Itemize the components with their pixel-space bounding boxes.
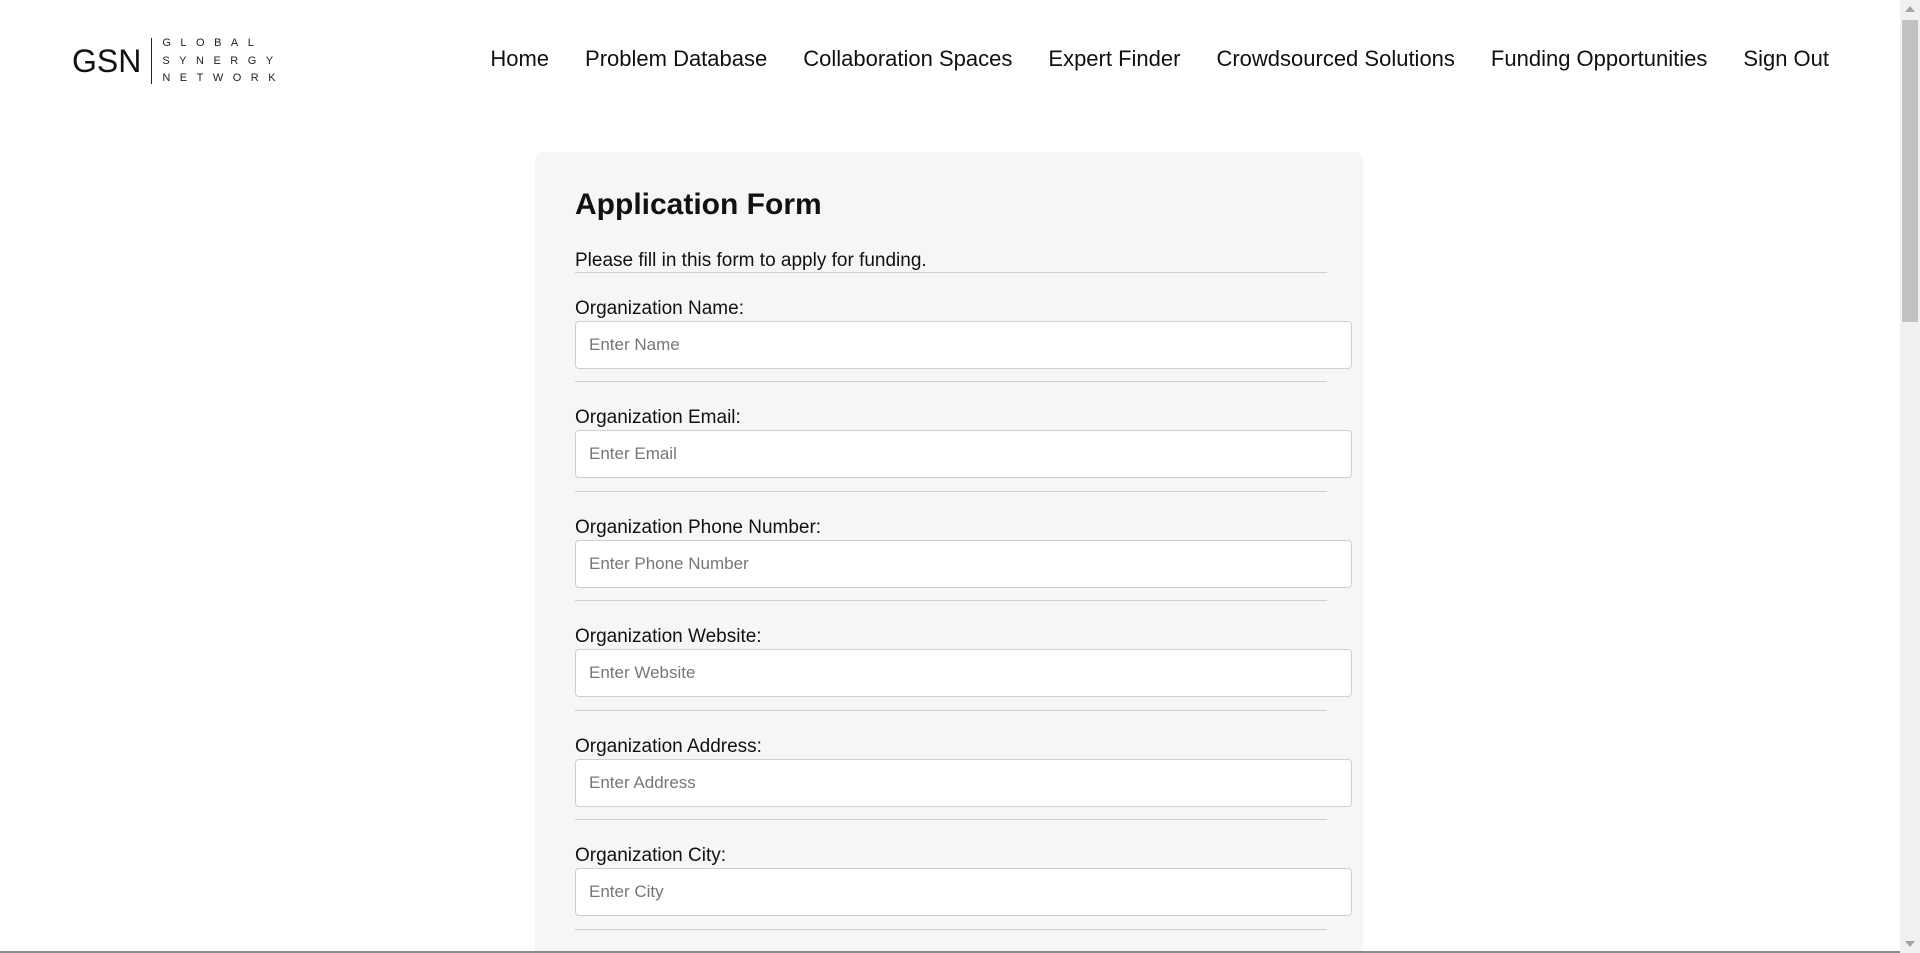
- organization-email-label: Organization Email:: [575, 407, 741, 428]
- organization-website-input[interactable]: [575, 649, 1352, 697]
- vertical-scrollbar[interactable]: [1900, 0, 1920, 953]
- organization-phone-input[interactable]: [575, 540, 1352, 588]
- nav-expert-finder[interactable]: Expert Finder: [1048, 46, 1180, 72]
- logo-word-network: NETWORK: [162, 72, 286, 84]
- nav-home[interactable]: Home: [490, 46, 549, 72]
- divider: [575, 710, 1327, 711]
- nav-funding-opportunities[interactable]: Funding Opportunities: [1491, 46, 1707, 72]
- logo-wordmark: GLOBAL SYNERGY NETWORK: [162, 38, 285, 84]
- divider: [575, 272, 1327, 273]
- organization-phone-label: Organization Phone Number:: [575, 517, 822, 538]
- site-header: GSN GLOBAL SYNERGY NETWORK Home Problem …: [0, 0, 1900, 120]
- application-form-card: Application Form Please fill in this for…: [535, 152, 1363, 951]
- scroll-up-arrow-icon[interactable]: [1905, 6, 1915, 12]
- logo-word-global: GLOBAL: [162, 37, 264, 49]
- organization-name-label: Organization Name:: [575, 298, 744, 319]
- divider: [575, 929, 1327, 930]
- organization-address-input[interactable]: [575, 759, 1352, 807]
- form-title: Application Form: [575, 188, 822, 221]
- organization-name-input[interactable]: [575, 321, 1352, 369]
- page: GSN GLOBAL SYNERGY NETWORK Home Problem …: [0, 0, 1900, 951]
- organization-city-input[interactable]: [575, 868, 1352, 916]
- divider: [575, 381, 1327, 382]
- divider: [575, 491, 1327, 492]
- nav-crowdsourced-solutions[interactable]: Crowdsourced Solutions: [1216, 46, 1454, 72]
- divider: [575, 819, 1327, 820]
- main-nav: Home Problem Database Collaboration Spac…: [454, 46, 1829, 72]
- site-logo[interactable]: GSN GLOBAL SYNERGY NETWORK: [72, 36, 285, 86]
- scroll-down-arrow-icon[interactable]: [1905, 941, 1915, 947]
- organization-city-label: Organization City:: [575, 845, 727, 866]
- organization-address-label: Organization Address:: [575, 736, 762, 757]
- logo-mark: GSN: [72, 43, 142, 79]
- organization-website-label: Organization Website:: [575, 626, 762, 647]
- nav-problem-database[interactable]: Problem Database: [585, 46, 767, 72]
- organization-email-input[interactable]: [575, 430, 1352, 478]
- logo-word-synergy: SYNERGY: [162, 54, 283, 67]
- form-intro: Please fill in this form to apply for fu…: [575, 250, 927, 271]
- scrollbar-thumb[interactable]: [1902, 20, 1918, 322]
- divider: [575, 600, 1327, 601]
- logo-divider: [151, 38, 153, 84]
- nav-sign-out[interactable]: Sign Out: [1743, 46, 1829, 72]
- nav-collaboration-spaces[interactable]: Collaboration Spaces: [803, 46, 1012, 72]
